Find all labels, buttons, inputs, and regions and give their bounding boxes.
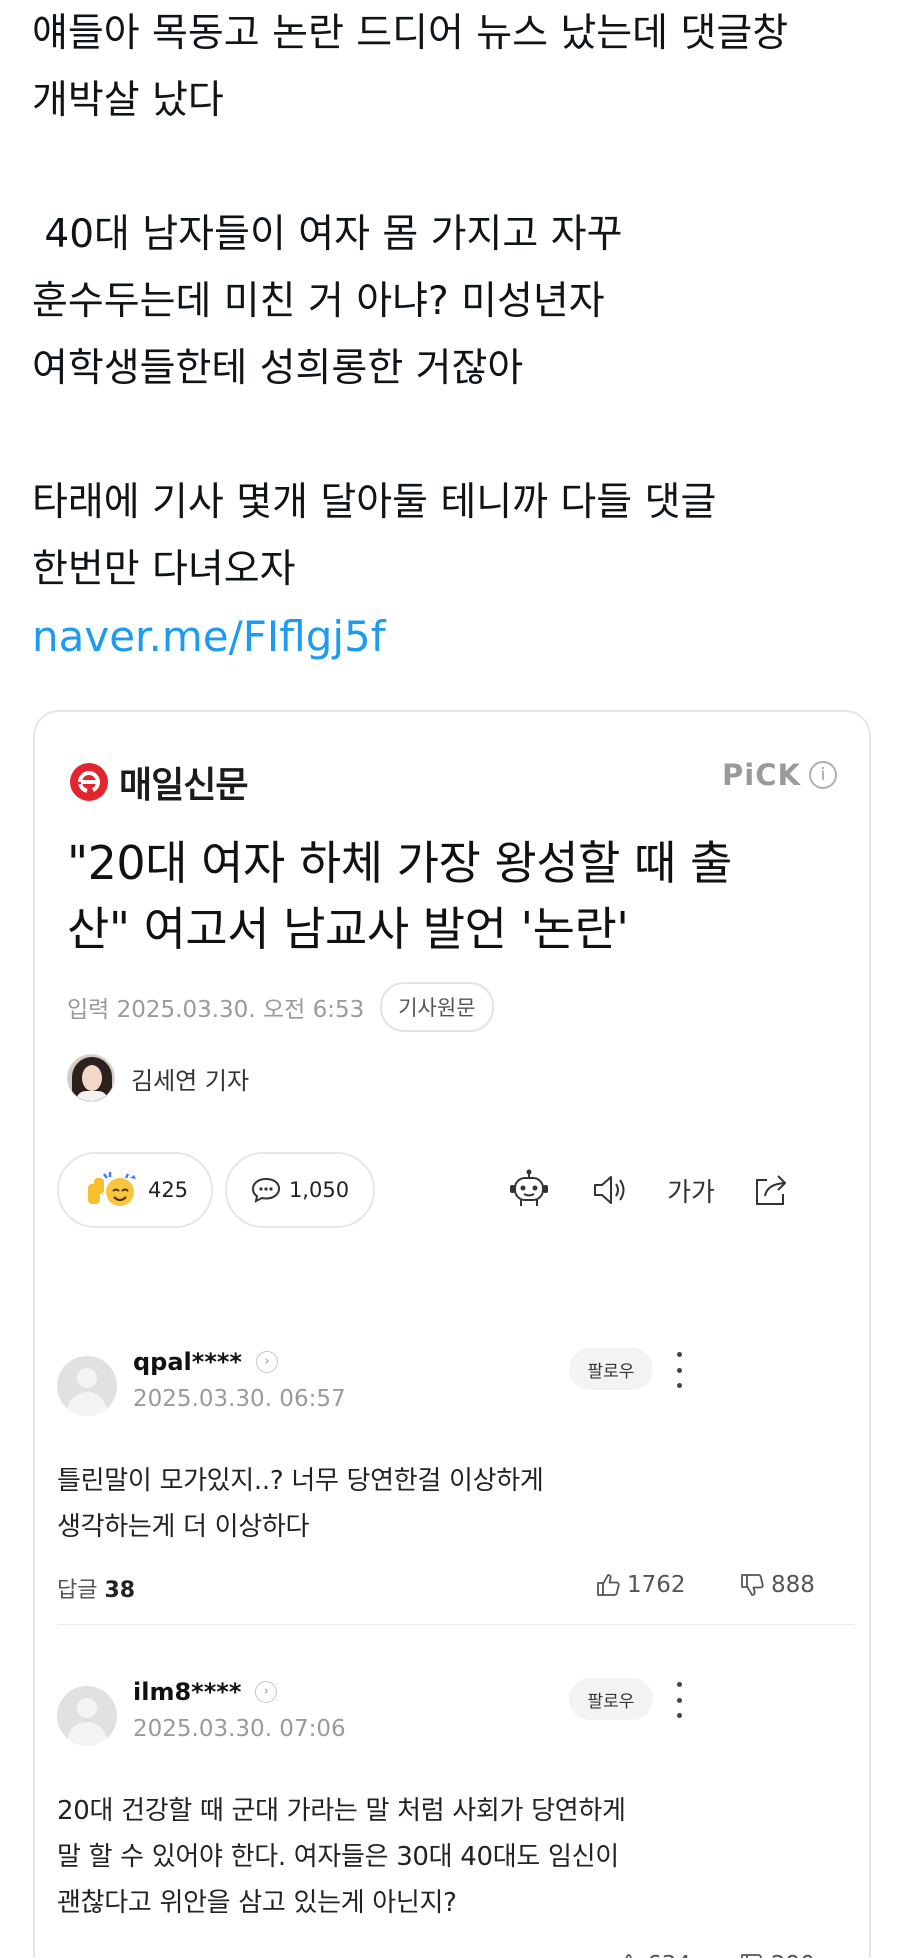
reply-label: 답글: [57, 1578, 98, 1603]
info-icon[interactable]: i: [809, 761, 837, 789]
tweet-line: 여학생들한테 성희롱한 거잖아: [32, 346, 524, 391]
like-button[interactable]: 634: [615, 1952, 691, 1958]
headline-line: 산" 여고서 남교사 발언 '논란': [67, 902, 629, 956]
comment-count-button[interactable]: 1,050: [225, 1152, 375, 1228]
original-article-button[interactable]: 기사원문: [380, 982, 494, 1032]
speech-bubble-icon: [251, 1177, 280, 1203]
press-header[interactable]: 매일신문: [69, 756, 248, 808]
comment-date: 2025.03.30. 07:06: [133, 1716, 346, 1742]
thumbs-up-icon: [597, 1574, 620, 1596]
reaction-emoji-icon: [87, 1172, 136, 1206]
article-meta: 입력 2025.03.30. 오전 6:53 기사원문: [67, 982, 494, 1032]
share-icon[interactable]: [747, 1166, 795, 1214]
reaction-count: 425: [147, 1178, 189, 1202]
reply-button[interactable]: 답글 38: [57, 1572, 135, 1604]
reporter-avatar: [67, 1054, 115, 1102]
tweet-link[interactable]: naver.me/FIflgj5f: [32, 603, 882, 670]
press-name: 매일신문: [119, 765, 248, 806]
tweet-text: 얘들아 목동고 논란 드디어 뉴스 났는데 댓글창 개박살 났다 40대 남자들…: [32, 0, 882, 670]
pick-label: PiCK: [722, 758, 801, 792]
comment-username: ilm8****: [133, 1678, 242, 1706]
reporter-name: 김세연 기자: [131, 1066, 250, 1095]
article-actions: 425 1,050 가가: [57, 1152, 857, 1230]
article-headline[interactable]: "20대 여자 하체 가장 왕성할 때 출 산" 여고서 남교사 발언 '논란': [67, 830, 857, 962]
dislike-button[interactable]: 888: [739, 1572, 815, 1598]
chevron-right-icon: ›: [255, 1351, 278, 1373]
tweet-line: 한번만 다녀오자: [32, 547, 296, 592]
reporter[interactable]: 김세연 기자: [67, 1054, 249, 1102]
follow-button[interactable]: 팔로우: [569, 1678, 653, 1720]
avatar[interactable]: [57, 1686, 117, 1746]
robot-icon[interactable]: [505, 1166, 553, 1214]
comment-divider: [57, 1624, 855, 1625]
comment-line: 생각하는게 더 이상하다: [57, 1512, 310, 1542]
news-card[interactable]: 매일신문 PiCK i "20대 여자 하체 가장 왕성할 때 출 산" 여고서…: [33, 710, 871, 1958]
comment-username: qpal****: [133, 1348, 242, 1376]
reaction-button[interactable]: 425: [57, 1152, 213, 1228]
chevron-right-icon: ›: [255, 1681, 278, 1703]
tweet-line: 훈수두는데 미친 거 아냐? 미성년자: [32, 279, 605, 324]
article-date: 입력 2025.03.30. 오전 6:53: [67, 997, 365, 1023]
comment-line: 틀린말이 모가있지..? 너무 당연한걸 이상하게: [57, 1466, 544, 1496]
speaker-icon[interactable]: [585, 1166, 633, 1214]
dislike-button[interactable]: 290: [739, 1952, 815, 1958]
thumbs-up-icon: [625, 1954, 632, 1958]
comment-count: 1,050: [288, 1178, 350, 1202]
headline-line: "20대 여자 하체 가장 왕성할 때 출: [67, 836, 732, 890]
comment-user[interactable]: ilm8**** ›: [133, 1678, 278, 1706]
follow-button[interactable]: 팔로우: [569, 1348, 653, 1390]
comment-date: 2025.03.30. 06:57: [133, 1386, 346, 1412]
dislike-count: 888: [771, 1572, 815, 1598]
reply-button[interactable]: 답글 23: [57, 1952, 135, 1958]
thumbs-down-icon: [741, 1954, 762, 1958]
tweet-line: 40대 남자들이 여자 몸 가지고 자꾸: [32, 212, 623, 257]
comment-body: 20대 건강할 때 군대 가라는 말 처럼 사회가 당연하게 말 할 수 있어야…: [57, 1788, 817, 1926]
more-vertical-icon[interactable]: [667, 1348, 691, 1392]
pick-badge[interactable]: PiCK i: [722, 758, 837, 792]
like-count: 1762: [627, 1572, 686, 1598]
press-logo-icon: [70, 763, 108, 801]
reply-count: 38: [104, 1578, 136, 1603]
like-button[interactable]: 1762: [595, 1572, 686, 1598]
comment-footer: 답글 23 634 290: [57, 1952, 857, 1958]
tweet-line: 개박살 났다: [32, 78, 224, 123]
comment-line: 괜찮다고 위안을 삼고 있는게 아닌지?: [57, 1888, 457, 1918]
comment-user[interactable]: qpal**** ›: [133, 1348, 278, 1376]
tweet-line: 타래에 기사 몇개 달아둘 테니까 다들 댓글: [32, 480, 717, 525]
avatar[interactable]: [57, 1356, 117, 1416]
tweet-line: 얘들아 목동고 논란 드디어 뉴스 났는데 댓글창: [32, 11, 789, 56]
font-size-label: 가가: [667, 1177, 715, 1208]
comment-body: 틀린말이 모가있지..? 너무 당연한걸 이상하게 생각하는게 더 이상하다: [57, 1458, 817, 1550]
more-vertical-icon[interactable]: [667, 1678, 691, 1722]
font-size-icon[interactable]: 가가: [663, 1166, 719, 1214]
comment-line: 말 할 수 있어야 한다. 여자들은 30대 40대도 임신이: [57, 1842, 619, 1872]
thumbs-down-icon: [741, 1574, 764, 1596]
comment-line: 20대 건강할 때 군대 가라는 말 처럼 사회가 당연하게: [57, 1796, 626, 1826]
like-count: 634: [647, 1952, 691, 1958]
comment-footer: 답글 38 1762 888: [57, 1572, 857, 1604]
dislike-count: 290: [771, 1952, 815, 1958]
